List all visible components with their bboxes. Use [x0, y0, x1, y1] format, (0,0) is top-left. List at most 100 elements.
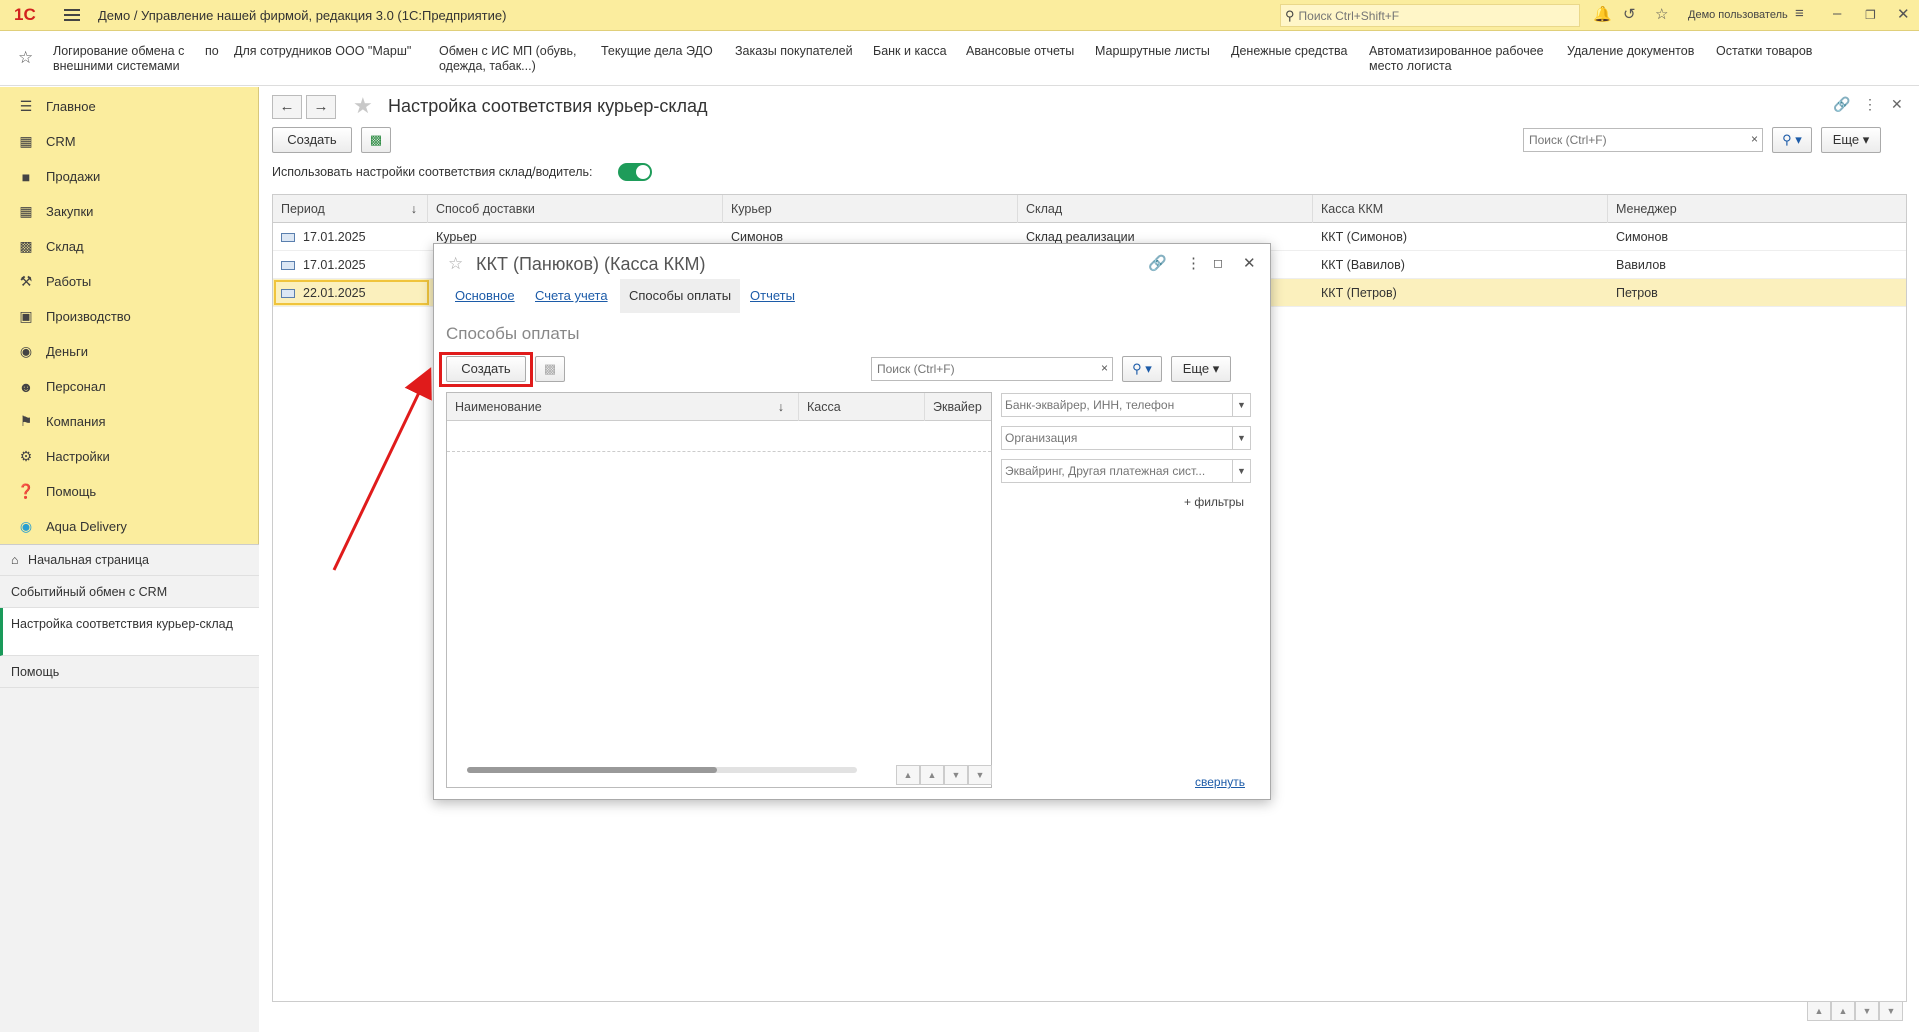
sidebar-item-personnel[interactable]: ☻ Персонал [0, 369, 259, 404]
column-header-warehouse[interactable]: Склад [1018, 195, 1313, 223]
dialog-search-button[interactable]: ⚲ ▾ [1122, 356, 1162, 382]
filter-organization[interactable]: ▼ [1001, 426, 1251, 450]
column-header-courier[interactable]: Курьер [723, 195, 1018, 223]
more-button[interactable]: Еще ▾ [1821, 127, 1881, 153]
fav-item-delete-docs[interactable]: Удаление документов [1567, 44, 1694, 59]
back-button[interactable]: ← [272, 95, 302, 119]
sidebar-item-sales[interactable]: ■ Продажи [0, 159, 259, 194]
column-header-kkm[interactable]: Касса ККМ [1313, 195, 1608, 223]
history-icon[interactable]: ↺ [1623, 5, 1636, 23]
dialog-search-input[interactable]: × [871, 357, 1113, 381]
sidebar-item-purchases[interactable]: ▦ Закупки [0, 194, 259, 229]
sidebar-item-aqua-delivery[interactable]: ◉ Aqua Delivery [0, 509, 259, 544]
fav-item-advance-reports[interactable]: Авансовые отчеты [966, 44, 1074, 59]
sidebar-item-warehouse[interactable]: ▩ Склад [0, 229, 259, 264]
fav-item-po[interactable]: по [205, 44, 219, 59]
settings-menu-icon[interactable]: ≡ [1795, 5, 1804, 22]
fav-item-stock-balance[interactable]: Остатки товаров [1716, 44, 1812, 59]
scrollbar-thumb[interactable] [467, 767, 717, 773]
search-input-field[interactable] [1529, 133, 1720, 147]
open-window-home[interactable]: ⌂ Начальная страница [0, 545, 259, 576]
sidebar-item-works[interactable]: ⚒ Работы [0, 264, 259, 299]
fav-item-logging[interactable]: Логирование обмена с внешними системами [53, 44, 184, 74]
favorite-star-icon[interactable]: ★ [353, 93, 373, 119]
sidebar-item-money[interactable]: ◉ Деньги [0, 334, 259, 369]
column-header-period[interactable]: Период ↓ [273, 195, 428, 223]
dialog-create-button[interactable]: Создать [446, 356, 526, 382]
filter-acquiring-type[interactable]: ▼ [1001, 459, 1251, 483]
create-button[interactable]: Создать [272, 127, 352, 153]
scroll-bottom-icon[interactable]: ▼ [1879, 1001, 1903, 1021]
list-scroll-bottom-icon[interactable]: ▼ [968, 765, 992, 785]
fav-item-cash[interactable]: Денежные средства [1231, 44, 1347, 59]
fav-item-edo[interactable]: Текущие дела ЭДО [601, 44, 713, 59]
dialog-clear-search-icon[interactable]: × [1101, 361, 1108, 375]
list-scroll-down-icon[interactable]: ▼ [944, 765, 968, 785]
search-input[interactable]: × [1523, 128, 1763, 152]
chevron-down-icon[interactable]: ▼ [1232, 394, 1250, 416]
dialog-more-button[interactable]: Еще ▾ [1171, 356, 1231, 382]
column-header-delivery[interactable]: Способ доставки [428, 195, 723, 223]
scroll-down-icon[interactable]: ▼ [1855, 1001, 1879, 1021]
column-header-manager[interactable]: Менеджер [1608, 195, 1908, 223]
global-search[interactable]: ⚲ [1280, 4, 1580, 27]
star-icon[interactable]: ☆ [1655, 5, 1668, 23]
forward-button[interactable]: → [306, 95, 336, 119]
tab-payment-methods[interactable]: Способы оплаты [620, 279, 741, 313]
link-icon[interactable]: 🔗 [1833, 96, 1850, 113]
open-window-help[interactable]: Помощь [0, 656, 259, 688]
bell-icon[interactable]: 🔔 [1593, 5, 1612, 23]
sidebar-item-help[interactable]: ❓ Помощь [0, 474, 259, 509]
chevron-down-icon[interactable]: ▼ [1232, 460, 1250, 482]
close-icon[interactable]: ✕ [1897, 5, 1910, 23]
tab-reports[interactable]: Отчеты [741, 279, 804, 313]
dialog-maximize-icon[interactable]: ◻ [1213, 256, 1223, 270]
scroll-top-icon[interactable]: ▲ [1807, 1001, 1831, 1021]
column-header-name[interactable]: Наименование ↓ [447, 393, 799, 421]
form-close-icon[interactable]: ✕ [1891, 96, 1903, 113]
fav-item-route-sheets[interactable]: Маршрутные листы [1095, 44, 1210, 59]
warehouse-driver-toggle[interactable] [618, 163, 652, 181]
sidebar-item-production[interactable]: ▣ Производство [0, 299, 259, 334]
sidebar-item-settings[interactable]: ⚙ Настройки [0, 439, 259, 474]
list-scroll-up-icon[interactable]: ▲ [920, 765, 944, 785]
horizontal-scrollbar[interactable] [467, 767, 857, 773]
dialog-search-field[interactable] [877, 362, 1069, 376]
dialog-link-icon[interactable]: 🔗 [1148, 254, 1167, 272]
menu-icon[interactable] [64, 9, 80, 21]
favorites-star-icon[interactable]: ☆ [18, 48, 33, 68]
add-filters-link[interactable]: + фильтры [1184, 495, 1244, 509]
tab-main[interactable]: Основное [446, 279, 524, 313]
dialog-copy-button[interactable]: ▩ [535, 356, 565, 382]
user-name[interactable]: Демо пользователь [1688, 9, 1788, 21]
filter-organization-input[interactable] [1005, 431, 1215, 445]
list-item[interactable] [447, 422, 991, 452]
search-button[interactable]: ⚲ ▾ [1772, 127, 1812, 153]
global-search-input[interactable] [1298, 8, 1559, 23]
fav-item-customer-orders[interactable]: Заказы покупателей [735, 44, 853, 59]
tab-accounts[interactable]: Счета учета [526, 279, 617, 313]
open-window-courier-warehouse[interactable]: Настройка соответствия курьер-склад [0, 608, 259, 656]
dialog-close-icon[interactable]: ✕ [1243, 254, 1256, 272]
sidebar-item-company[interactable]: ⚑ Компания [0, 404, 259, 439]
column-header-acquirer[interactable]: Эквайер [925, 393, 993, 421]
fav-item-is-mp[interactable]: Обмен с ИС МП (обувь, одежда, табак...) [439, 44, 576, 74]
more-vert-icon[interactable]: ⋮ [1863, 96, 1877, 113]
list-scroll-top-icon[interactable]: ▲ [896, 765, 920, 785]
sidebar-item-crm[interactable]: ▦ CRM [0, 124, 259, 159]
fav-item-employees[interactable]: Для сотрудников ООО "Марш" [234, 44, 411, 59]
fav-item-logist-workplace[interactable]: Автоматизированное рабочее место логиста [1369, 44, 1544, 74]
column-header-kassa[interactable]: Касса [799, 393, 925, 421]
open-window-crm-exchange[interactable]: Событийный обмен с CRM [0, 576, 259, 608]
filter-acquiring-type-input[interactable] [1005, 464, 1215, 478]
chevron-down-icon[interactable]: ▼ [1232, 427, 1250, 449]
collapse-link[interactable]: свернуть [1195, 775, 1245, 789]
clear-search-icon[interactable]: × [1751, 132, 1758, 146]
filter-bank-acquirer[interactable]: ▼ [1001, 393, 1251, 417]
sidebar-item-main[interactable]: ☰ Главное [0, 89, 259, 124]
fav-item-bank[interactable]: Банк и касса [873, 44, 947, 59]
filter-bank-acquirer-input[interactable] [1005, 398, 1215, 412]
dialog-more-vert-icon[interactable]: ⋮ [1186, 254, 1201, 272]
restore-icon[interactable]: ❐ [1865, 8, 1876, 22]
dialog-star-icon[interactable]: ☆ [448, 254, 463, 274]
